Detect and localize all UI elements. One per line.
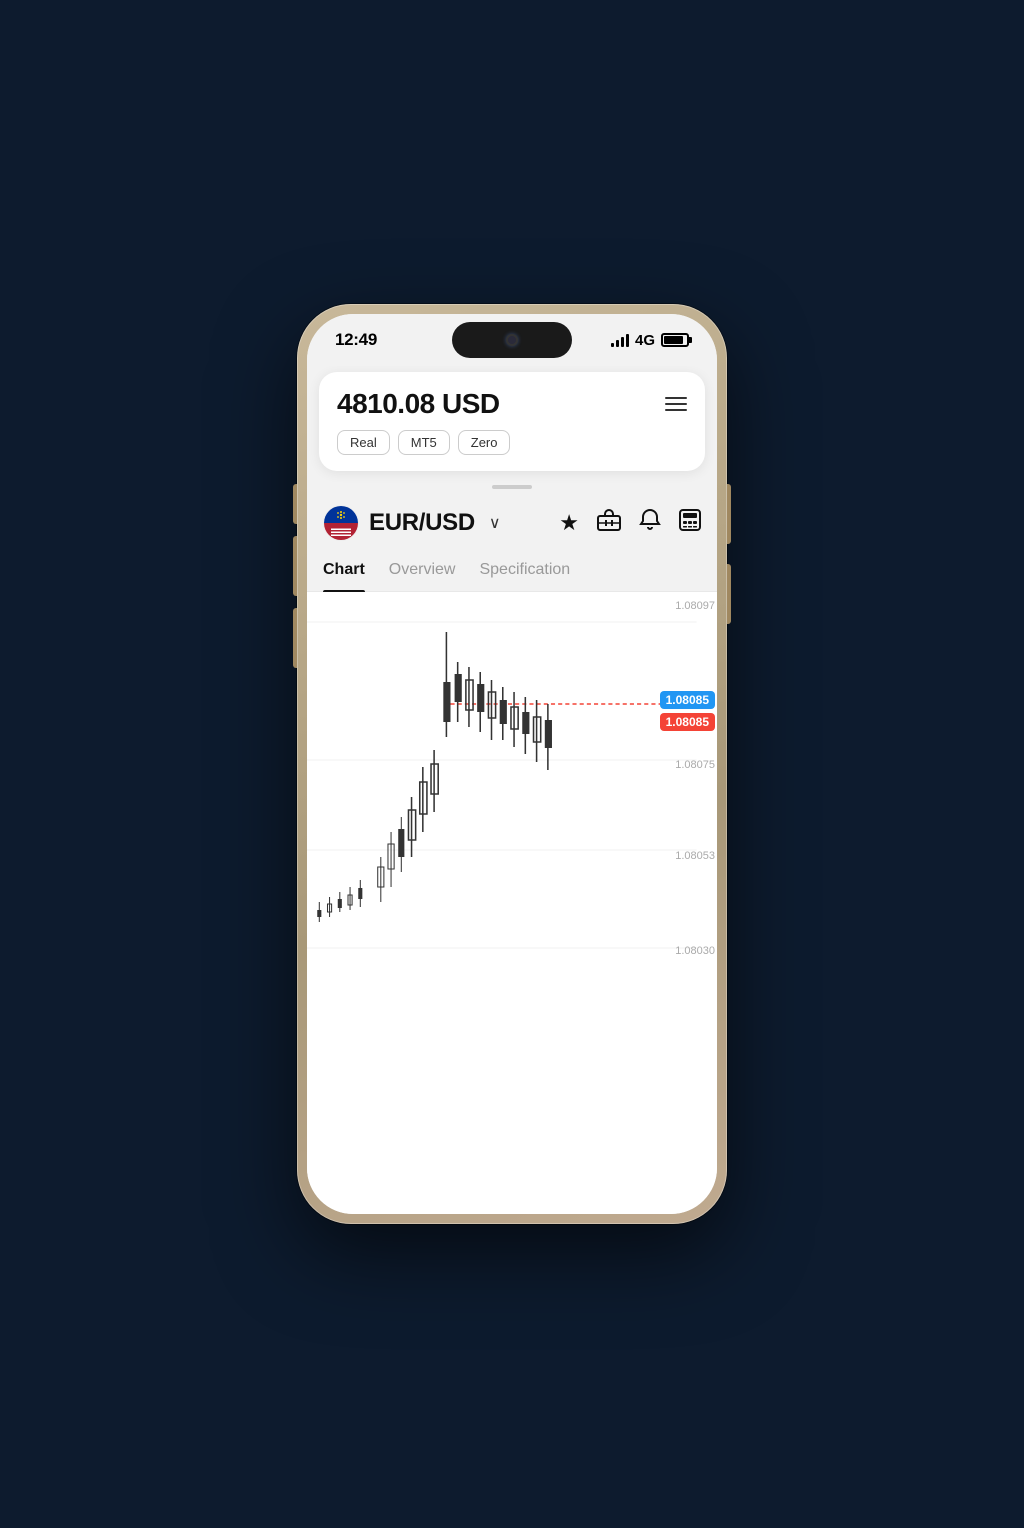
chevron-down-icon[interactable]: ∨	[489, 513, 501, 533]
volume-down-button[interactable]	[293, 536, 297, 596]
candlestick-chart	[307, 592, 717, 972]
front-camera	[506, 334, 518, 346]
price-label-2: 1.08075	[675, 759, 715, 771]
bell-icon[interactable]	[639, 508, 661, 538]
calculator-icon[interactable]	[679, 509, 701, 537]
tag-real[interactable]: Real	[337, 430, 390, 455]
chart-area[interactable]: 1.08097 1.08075 1.08053 1.08030 1.08085 …	[307, 592, 717, 1214]
currency-actions: ★	[559, 508, 701, 538]
price-label-4: 1.08030	[675, 945, 715, 957]
briefcase-icon[interactable]	[597, 509, 621, 537]
signal-bar-4	[626, 334, 629, 347]
phone-device: 12:49 4G	[297, 304, 727, 1224]
tabs-container: Chart Overview Specification	[307, 547, 717, 592]
flag-eu	[324, 506, 358, 523]
account-card: 4810.08 USD Real MT5 Zero	[319, 372, 705, 471]
currency-header: EUR/USD ∨ ★	[307, 497, 717, 541]
battery-icon	[661, 333, 689, 347]
price-badge-blue: 1.08085	[660, 691, 715, 709]
account-header: 4810.08 USD	[337, 388, 687, 420]
account-tags: Real MT5 Zero	[337, 430, 687, 455]
signal-bar-2	[616, 340, 619, 347]
battery-fill	[664, 336, 683, 344]
currency-flag	[323, 505, 359, 541]
phone-screen: 12:49 4G	[307, 314, 717, 1214]
hamburger-line-3	[665, 409, 687, 411]
price-label-3: 1.08053	[675, 850, 715, 862]
chart-svg-container: 1.08097 1.08075 1.08053 1.08030 1.08085 …	[307, 592, 717, 972]
currency-left: EUR/USD ∨	[323, 505, 501, 541]
status-right: 4G	[611, 332, 689, 349]
signal-bar-3	[621, 337, 624, 347]
price-label-1: 1.08097	[675, 600, 715, 612]
flag-us	[324, 523, 358, 540]
mute-button[interactable]	[293, 608, 297, 668]
hamburger-line-2	[665, 403, 687, 405]
status-bar: 12:49 4G	[307, 314, 717, 366]
status-time: 12:49	[335, 330, 377, 350]
drag-indicator	[492, 485, 532, 489]
tab-overview[interactable]: Overview	[389, 561, 456, 591]
signal-bar-1	[611, 343, 614, 347]
hamburger-line-1	[665, 397, 687, 399]
menu-button[interactable]	[665, 397, 687, 411]
volume-up-button[interactable]	[293, 484, 297, 524]
favorite-icon[interactable]: ★	[559, 510, 579, 536]
price-badge-red: 1.08085	[660, 713, 715, 731]
network-type: 4G	[635, 332, 655, 349]
account-balance: 4810.08 USD	[337, 388, 500, 420]
currency-symbol[interactable]: EUR/USD	[369, 509, 475, 537]
tag-zero[interactable]: Zero	[458, 430, 511, 455]
signal-icon	[611, 333, 629, 347]
tab-specification[interactable]: Specification	[479, 561, 570, 591]
tab-chart[interactable]: Chart	[323, 561, 365, 591]
tag-mt5[interactable]: MT5	[398, 430, 450, 455]
notch	[452, 322, 572, 358]
